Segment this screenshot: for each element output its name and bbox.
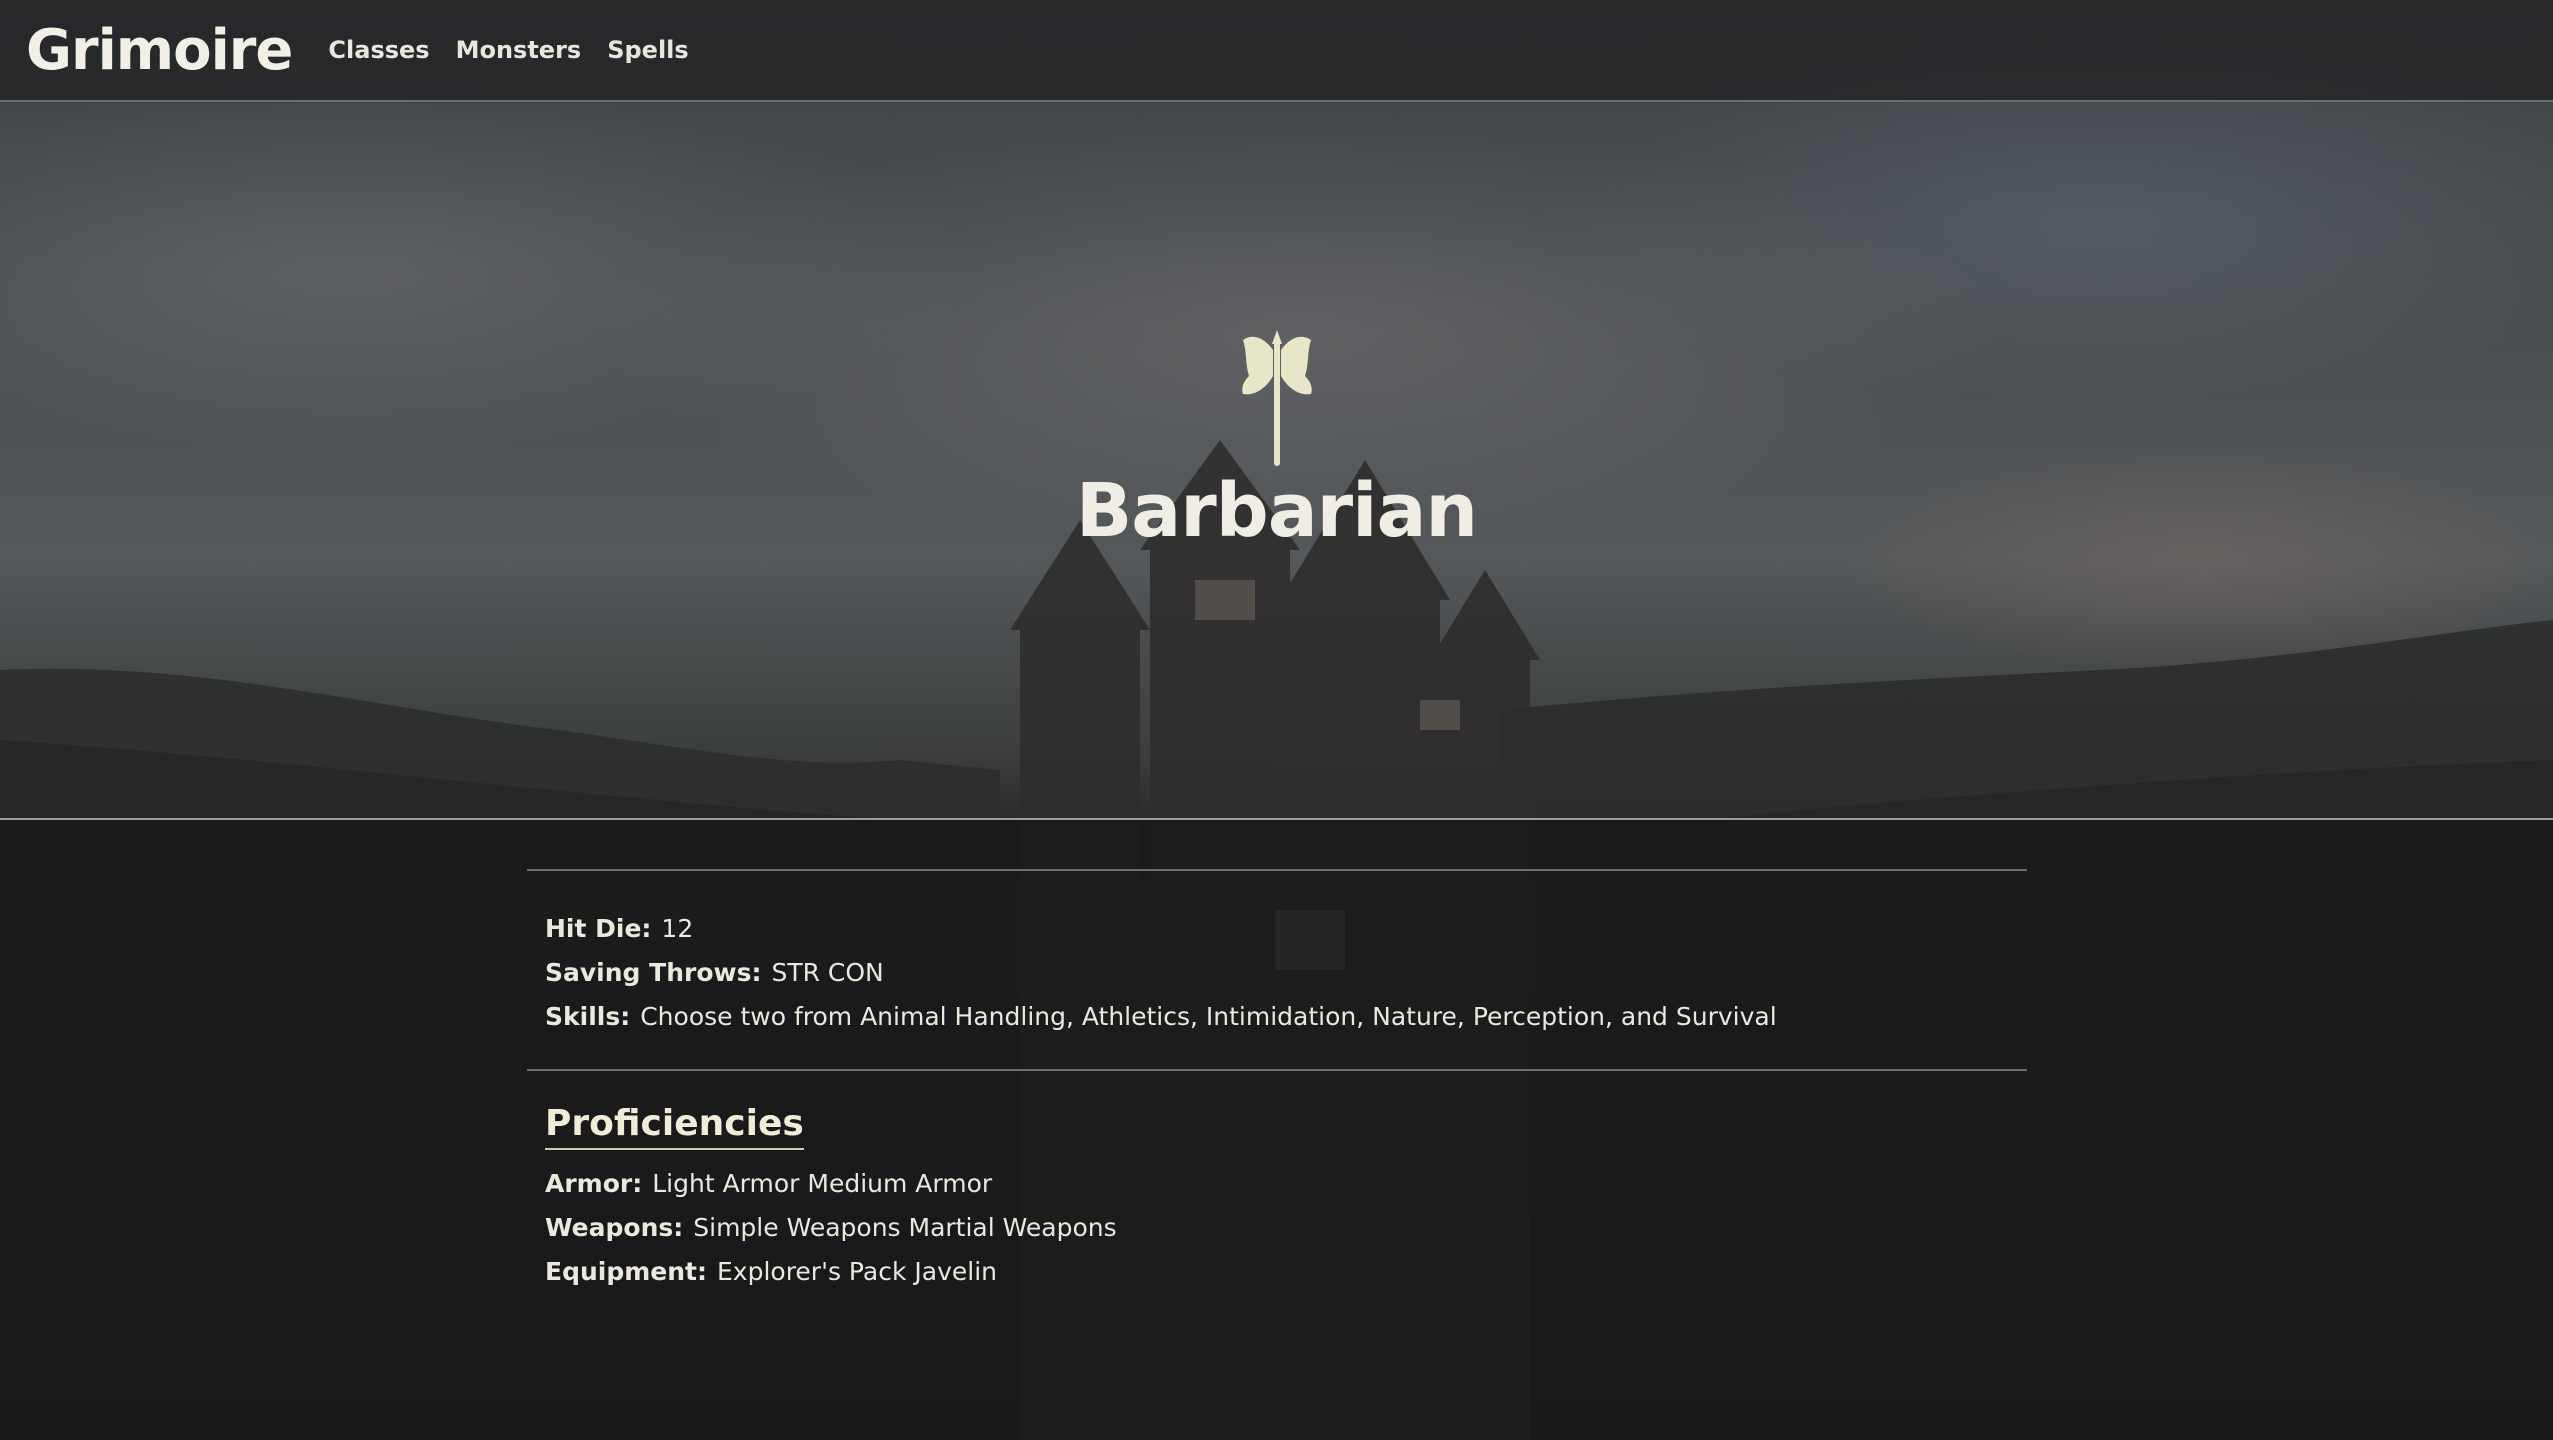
class-hero: Barbarian <box>0 330 2553 554</box>
nav-link-classes[interactable]: Classes <box>328 36 429 64</box>
nav-link-spells[interactable]: Spells <box>607 36 688 64</box>
nav-link-monsters[interactable]: Monsters <box>456 36 582 64</box>
proficiency-label: Equipment: <box>545 1257 707 1286</box>
stat-label: Skills: <box>545 1002 631 1031</box>
proficiency-value: Light Armor Medium Armor <box>652 1169 993 1198</box>
proficiency-weapons: Weapons: Simple Weapons Martial Weapons <box>545 1206 2009 1250</box>
proficiency-equipment: Equipment: Explorer's Pack Javelin <box>545 1250 2009 1294</box>
proficiency-armor: Armor: Light Armor Medium Armor <box>545 1162 2009 1206</box>
class-title: Barbarian <box>1075 468 1478 554</box>
stat-label: Saving Throws: <box>545 958 762 987</box>
proficiency-value: Simple Weapons Martial Weapons <box>693 1213 1117 1242</box>
class-details: Hit Die: 12 Saving Throws: STR CON Skills:… <box>527 869 2027 1294</box>
stat-label: Hit Die: <box>545 914 652 943</box>
brand-logo-link[interactable]: Grimoire <box>26 18 293 83</box>
stat-value: 12 <box>661 914 694 943</box>
proficiency-label: Weapons: <box>545 1213 684 1242</box>
proficiency-value: Explorer's Pack Javelin <box>717 1257 997 1286</box>
top-navigation: Grimoire Classes Monsters Spells <box>0 0 715 100</box>
stat-skills: Skills: Choose two from Animal Handling, … <box>545 995 2009 1039</box>
stat-saving-throws: Saving Throws: STR CON <box>545 951 2009 995</box>
proficiencies-section: Proficiencies Armor: Light Armor Medium A… <box>527 1071 2027 1294</box>
stat-value: STR CON <box>771 958 884 987</box>
page: Grimoire Classes Monsters Spells Barbari… <box>0 0 2553 1440</box>
battle-axe-icon <box>1241 330 1312 466</box>
stat-hit-die: Hit Die: 12 <box>545 907 2009 951</box>
section-heading: Proficiencies <box>545 1103 804 1150</box>
stat-value: Choose two from Animal Handling, Athleti… <box>640 1002 1777 1031</box>
proficiency-label: Armor: <box>545 1169 643 1198</box>
core-stats: Hit Die: 12 Saving Throws: STR CON Skills:… <box>527 871 2027 1069</box>
